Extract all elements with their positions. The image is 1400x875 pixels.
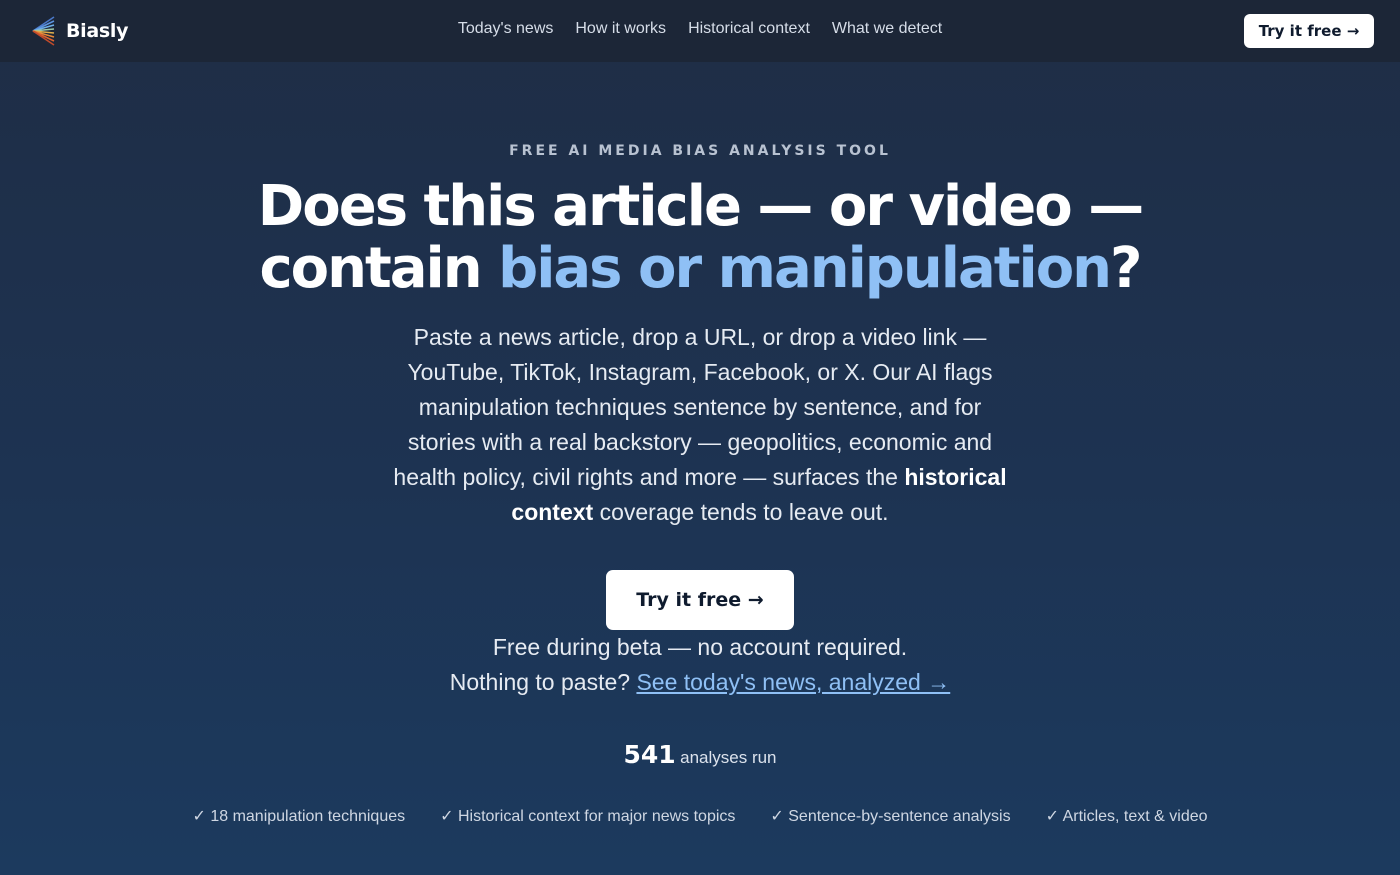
hero-headline: Does this article — or video — contain b… (0, 176, 1400, 300)
headline-line-1: Does this article — or video — (257, 174, 1144, 239)
brand-logo-link[interactable]: Biasly (30, 14, 129, 48)
feature-list: ✓ 18 manipulation techniques ✓ Historica… (0, 806, 1400, 826)
hero-description: Paste a news article, drop a URL, or dro… (385, 320, 1015, 530)
analyses-count: 541 (623, 740, 676, 769)
brand-name: Biasly (66, 20, 129, 42)
headline-suffix: ? (1110, 236, 1143, 301)
headline-accent: bias or manipulation (498, 236, 1112, 301)
analyses-stat: 541 analyses run (0, 740, 1400, 769)
hero-eyebrow: FREE AI MEDIA BIAS ANALYSIS TOOL (509, 143, 891, 159)
feature-item-techniques: ✓ 18 manipulation techniques (192, 808, 406, 825)
top-navbar: Biasly Today's news How it works Histori… (0, 0, 1400, 62)
feature-item-formats: ✓ Articles, text & video (1045, 808, 1208, 825)
description-text-end: coverage tends to leave out. (593, 499, 889, 525)
nav-try-free-button[interactable]: Try it free → (1244, 14, 1374, 48)
nav-link-how-it-works[interactable]: How it works (575, 20, 666, 38)
description-text-start: Paste a news article, drop a URL, or dro… (393, 324, 993, 490)
nav-link-todays-news[interactable]: Today's news (458, 20, 554, 38)
feature-item-sentence-analysis: ✓ Sentence-by-sentence analysis (770, 808, 1011, 825)
nav-link-what-we-detect[interactable]: What we detect (832, 20, 942, 38)
nav-links: Today's news How it works Historical con… (0, 20, 1400, 38)
paste-prompt: Nothing to paste? See today's news, anal… (0, 665, 1400, 700)
paste-prompt-text: Nothing to paste? (449, 669, 637, 695)
nav-link-historical-context[interactable]: Historical context (688, 20, 810, 38)
todays-news-analyzed-link[interactable]: See today's news, analyzed → (636, 669, 950, 695)
beta-note: Free during beta — no account required. (492, 634, 908, 660)
analyses-label: analyses run (680, 748, 777, 767)
hero-try-free-button[interactable]: Try it free → (606, 570, 794, 630)
headline-line-2-prefix: contain (259, 236, 499, 301)
feature-item-historical-context: ✓ Historical context for major news topi… (440, 808, 736, 825)
logo-icon (30, 15, 56, 47)
